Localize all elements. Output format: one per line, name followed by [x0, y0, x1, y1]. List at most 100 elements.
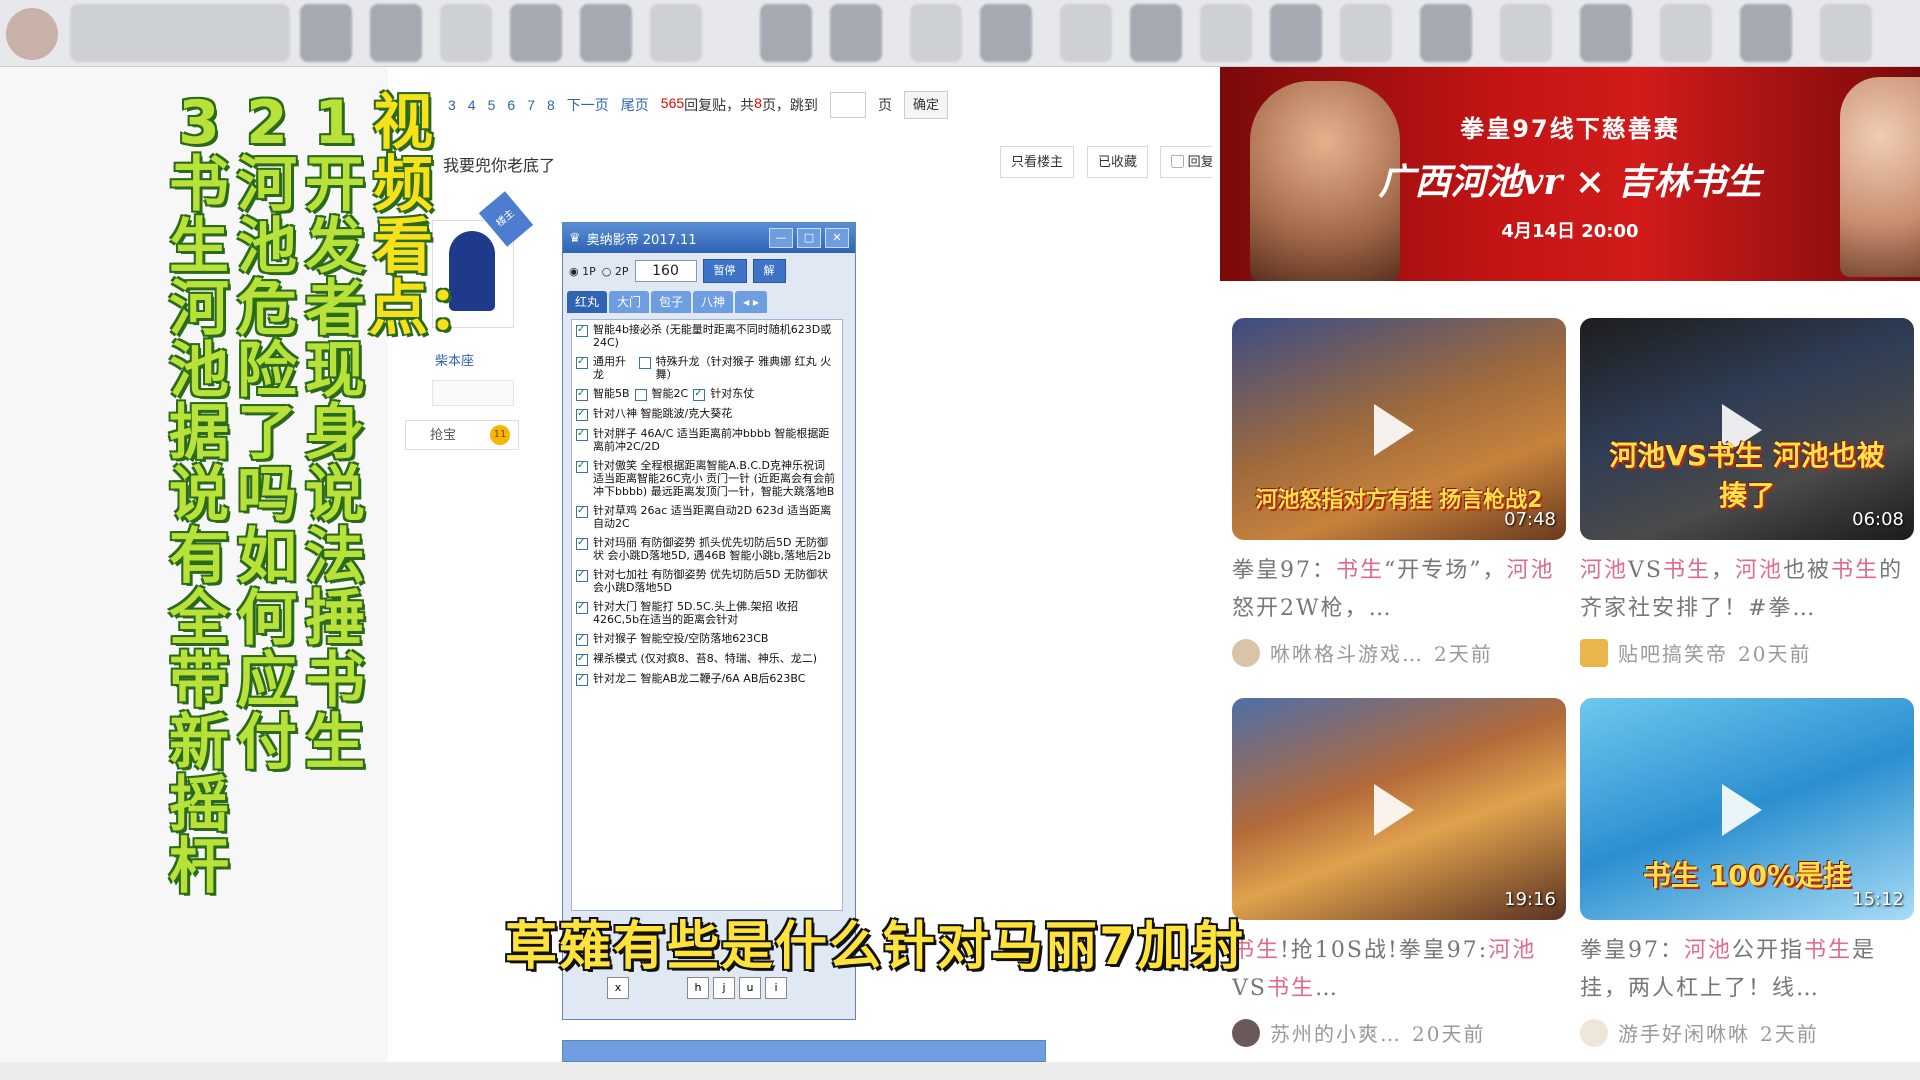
browser-tab[interactable]	[1820, 4, 1872, 62]
option-item[interactable]: 针对猴子 智能空投/空防落地623CB	[572, 629, 842, 649]
page-link[interactable]: 7	[527, 97, 535, 113]
page-link[interactable]: 8	[547, 97, 555, 113]
browser-tab[interactable]	[440, 4, 492, 62]
uploader-name[interactable]: 游手好闲咻咻	[1618, 1018, 1750, 1047]
browser-profile-icon[interactable]	[6, 8, 58, 60]
video-thumbnail[interactable]: 河池VS书生 河池也被揍了 06:08	[1580, 318, 1914, 540]
checkbox[interactable]	[576, 568, 588, 582]
radio-1p[interactable]: ◉ 1P	[569, 265, 596, 278]
video-card[interactable]: 河池VS书生 河池也被揍了 06:08 河池VS书生，河池也被书生的齐家社安排了…	[1580, 318, 1914, 667]
browser-tab[interactable]	[580, 4, 632, 62]
option-item[interactable]: 针对傲笑 全程根据距离智能A.B.C.D克神乐祝词 适当距离智能26C克小 贡门…	[572, 456, 842, 501]
browser-tab[interactable]	[910, 4, 962, 62]
checkbox[interactable]	[576, 427, 588, 441]
video-title[interactable]: 拳皇97：书生“开专场”，河池怒开2W枪，…	[1232, 552, 1566, 628]
browser-tab[interactable]	[1580, 4, 1632, 62]
browser-tab[interactable]	[1340, 4, 1392, 62]
close-icon[interactable]: ✕	[825, 228, 849, 248]
video-card[interactable]: 19:16 书生!抢10S战!拳皇97:河池VS书生… 苏州的小爽… 20天前	[1232, 698, 1566, 1047]
jump-confirm-button[interactable]: 确定	[903, 91, 948, 119]
page-link[interactable]: 5	[488, 97, 496, 113]
uploader-avatar[interactable]	[1232, 638, 1260, 667]
option-item[interactable]: 智能4b接必杀 (无能量时距离不同时随机623D或24C)	[572, 320, 842, 352]
checkbox[interactable]	[576, 407, 588, 421]
video-title[interactable]: 书生!抢10S战!拳皇97:河池VS书生…	[1232, 932, 1566, 1008]
video-title[interactable]: 河池VS书生，河池也被书生的齐家社安排了！#拳…	[1580, 552, 1914, 628]
maximize-icon[interactable]: □	[797, 228, 821, 248]
username[interactable]: 柴本座	[435, 350, 474, 369]
key-button-h[interactable]: h	[687, 977, 709, 999]
option-item[interactable]: 针对龙二 智能AB龙二鞭子/6A AB后623BC	[572, 669, 842, 689]
rob-treasure-button[interactable]: 抢宝 11	[405, 420, 519, 450]
option-item[interactable]: 针对胖子 46A/C 适当距离前冲bbbb 智能根据距离前冲2C/2D	[572, 424, 842, 456]
checkbox[interactable]	[576, 632, 588, 646]
option-item[interactable]: 针对草鸡 26ac 适当距离自动2D 623d 适当距离自动2C	[572, 501, 842, 533]
video-thumbnail[interactable]: 书生 100%是挂 15:12	[1580, 698, 1914, 920]
window-titlebar[interactable]: ♛ 奥纳影帝 2017.11 — □ ✕	[563, 223, 855, 253]
video-card[interactable]: 书生 100%是挂 15:12 拳皇97：河池公开指书生是挂，两人杠上了！线… …	[1580, 698, 1914, 1047]
browser-tab[interactable]	[1270, 4, 1322, 62]
checkbox[interactable]	[576, 652, 588, 666]
jump-page-input[interactable]	[829, 92, 866, 118]
browser-tab[interactable]	[370, 4, 422, 62]
browser-tab[interactable]	[510, 4, 562, 62]
key-button-i[interactable]: i	[765, 977, 787, 999]
checkbox[interactable]	[576, 323, 588, 337]
checkbox[interactable]	[576, 600, 588, 614]
uploader-name[interactable]: 贴吧搞笑帝	[1618, 638, 1728, 667]
browser-tab[interactable]	[1740, 4, 1792, 62]
video-thumbnail[interactable]: 河池怒指对方有挂 扬言枪战2 07:48	[1232, 318, 1566, 540]
checkbox[interactable]	[576, 504, 588, 518]
tab-scroll-arrows[interactable]: ◂ ▸	[735, 291, 767, 313]
browser-tab[interactable]	[300, 4, 352, 62]
checkbox[interactable]	[638, 357, 651, 369]
option-item[interactable]: 针对大门 智能打 5D.5C.头上佛.架招 收招 426C,5b在适当的距离会针…	[572, 597, 842, 629]
pause-button[interactable]: 暂停	[702, 259, 747, 283]
option-item[interactable]: 针对七加社 有防御姿势 优先切防后5D 无防御状 会小跳D落地5D	[572, 565, 842, 597]
key-button-x[interactable]: x	[607, 977, 629, 999]
browser-tab[interactable]	[1420, 4, 1472, 62]
value-input[interactable]: 160	[634, 260, 697, 282]
uploader-avatar[interactable]	[1580, 638, 1608, 667]
video-thumbnail[interactable]: 19:16	[1232, 698, 1566, 920]
checkbox[interactable]	[576, 355, 588, 369]
tab-damen[interactable]: 大门	[609, 291, 650, 313]
browser-tab[interactable]	[1660, 4, 1712, 62]
option-item[interactable]: 裸杀模式 (仅对疯8、苔8、特瑞、神乐、龙二)	[572, 649, 842, 669]
next-page-link[interactable]: 下一页	[567, 95, 609, 115]
browser-tab[interactable]	[1130, 4, 1182, 62]
unlock-button[interactable]: 解	[752, 259, 786, 283]
tab-baozi[interactable]: 包子	[651, 291, 692, 313]
browser-tab[interactable]	[760, 4, 812, 62]
favorited-button[interactable]: 已收藏	[1087, 146, 1149, 178]
key-button-j[interactable]: j	[713, 977, 735, 999]
last-page-link[interactable]: 尾页	[621, 95, 649, 115]
checkbox[interactable]	[634, 389, 647, 401]
page-link[interactable]: 6	[507, 97, 515, 113]
option-item[interactable]: 通用升龙 特殊升龙（针对猴子 雅典娜 红丸 火舞）	[572, 352, 842, 384]
checkbox[interactable]	[576, 672, 588, 686]
browser-tab[interactable]	[1200, 4, 1252, 62]
browser-tab[interactable]	[830, 4, 882, 62]
tab-bashen[interactable]: 八神	[693, 291, 734, 313]
video-title[interactable]: 拳皇97：河池公开指书生是挂，两人杠上了！线…	[1580, 932, 1914, 1008]
option-item[interactable]: 针对八神 智能跳波/克大葵花	[572, 404, 842, 424]
radio-2p[interactable]: ○ 2P	[602, 265, 629, 278]
option-item[interactable]: 智能5B 智能2C 针对东仗	[572, 384, 842, 404]
minimize-icon[interactable]: —	[769, 228, 793, 248]
page-link[interactable]: 3	[448, 97, 456, 113]
checkbox[interactable]	[576, 387, 588, 401]
uploader-avatar[interactable]	[1580, 1018, 1608, 1047]
option-item[interactable]: 针对玛丽 有防御姿势 抓头优先切防后5D 无防御状 会小跳D落地5D, 遇46B…	[572, 533, 842, 565]
checkbox[interactable]	[576, 536, 588, 550]
secondary-window-titlebar[interactable]	[562, 1040, 1046, 1062]
key-button-u[interactable]: u	[739, 977, 761, 999]
page-link[interactable]: 4	[468, 97, 476, 113]
tab-hongwan[interactable]: 红丸	[567, 291, 608, 313]
checkbox[interactable]	[693, 387, 706, 401]
browser-tab[interactable]	[980, 4, 1032, 62]
browser-tab[interactable]	[1060, 4, 1112, 62]
browser-tab[interactable]	[1500, 4, 1552, 62]
video-card[interactable]: 河池怒指对方有挂 扬言枪战2 07:48 拳皇97：书生“开专场”，河池怒开2W…	[1232, 318, 1566, 667]
browser-tab[interactable]	[70, 4, 290, 62]
